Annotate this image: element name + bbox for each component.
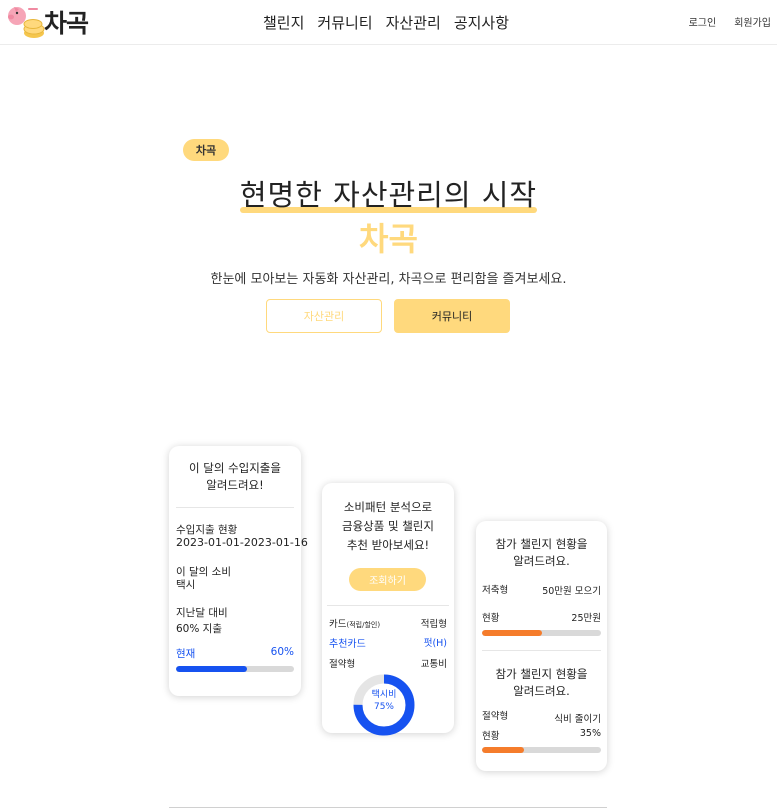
auth-links: 로그인 회원가입	[689, 14, 771, 29]
card1-divider	[176, 507, 294, 508]
card3a-title-line2: 알려드려요.	[513, 554, 570, 568]
challenge-b-progress	[482, 747, 601, 753]
hero-title: 현명한 자산관리의 시작	[0, 172, 777, 214]
card2-title-line3: 추천 받아보세요!	[346, 538, 430, 552]
challenge-a-fill	[482, 630, 542, 636]
nav-notice[interactable]: 공지사항	[454, 12, 509, 33]
card2-title-line1: 소비패턴 분석으로	[343, 500, 433, 514]
card3b-title-line1: 참가 챌린지 현황을	[495, 667, 588, 681]
hero-subtitle: 한눈에 모아보는 자동화 자산관리, 차곡으로 편리함을 즐겨보세요.	[210, 272, 567, 287]
hero-brand: 차곡	[359, 220, 418, 258]
card1-title-line1: 이 달의 수입지출을	[189, 461, 281, 475]
card3-title-a: 참가 챌린지 현황을 알려드려요.	[476, 536, 607, 570]
status-b-label: 현황	[482, 731, 500, 742]
compare-value: 60% 지출	[176, 623, 222, 635]
card-type-value: 적립형	[420, 619, 447, 630]
donut-value: 75%	[373, 702, 394, 712]
challenge-a-progress	[482, 630, 601, 636]
card1-title-line2: 알려드려요!	[206, 478, 264, 492]
logo-text: 차곡	[44, 9, 89, 38]
hero-title-text: 현명한 자산관리의 시작	[239, 178, 538, 212]
top-header: 차곡 챌린지 커뮤니티 자산관리 공지사항 로그인 회원가입	[0, 0, 777, 45]
community-button[interactable]: 커뮤니티	[394, 299, 510, 333]
recommendation-card: 소비패턴 분석으로 금융상품 및 챌린지 추천 받아보세요! 조회하기 카드(적…	[322, 483, 454, 736]
card-type-text: 카드	[329, 619, 347, 630]
donut-text: 택시비 75%	[352, 689, 416, 713]
frugal-goal-value: 식비 줄이기	[554, 714, 601, 725]
savings-type-label: 저축형	[482, 585, 509, 596]
recommended-card-label: 추천카드	[329, 639, 366, 650]
frugal-type-label: 절약형	[482, 711, 509, 722]
income-expense-card: 이 달의 수입지출을 알려드려요! 수입지출 현황 2023-01-01-202…	[169, 446, 308, 696]
spend-progress-bar	[176, 666, 294, 672]
card3a-title-line1: 참가 챌린지 현황을	[495, 537, 588, 551]
spend-progress-fill	[176, 666, 247, 672]
donut-label: 택시비	[371, 690, 397, 700]
saving-type-value: 교통비	[420, 659, 447, 670]
piggy-coins-icon	[4, 4, 46, 40]
compare-label: 지난달 대비	[176, 607, 228, 619]
card2-divider	[327, 605, 449, 606]
nav-challenge[interactable]: 챌린지	[263, 12, 304, 33]
hero-badge: 차곡	[183, 139, 229, 161]
card2-title-line2: 금융상품 및 챌린지	[342, 519, 434, 533]
recommended-card-value: 펏(H)	[423, 638, 447, 649]
bar-value: 60%	[270, 646, 294, 658]
spend-value: 택시	[176, 579, 196, 591]
card1-title: 이 달의 수입지출을 알려드려요!	[169, 460, 301, 494]
card-type-sub: (적립/할인)	[346, 621, 381, 629]
card3-divider	[482, 650, 601, 651]
login-link[interactable]: 로그인	[689, 14, 717, 29]
bar-label: 현재	[176, 648, 196, 660]
nav-asset[interactable]: 자산관리	[386, 12, 441, 33]
status-value: 2023-01-01-2023-01-16	[176, 536, 308, 549]
saving-type-label: 절약형	[329, 659, 356, 670]
savings-goal-value: 50만원 모으기	[542, 586, 601, 597]
taxi-donut-chart: 택시비 75%	[352, 673, 416, 737]
card-type-label: 카드(적립/할인)	[329, 616, 380, 630]
challenge-b-fill	[482, 747, 524, 753]
section-divider	[169, 807, 607, 808]
asset-button[interactable]: 자산관리	[266, 299, 382, 333]
card2-title: 소비패턴 분석으로 금융상품 및 챌린지 추천 받아보세요!	[322, 498, 454, 555]
lookup-button[interactable]: 조회하기	[349, 568, 426, 591]
main-nav: 챌린지 커뮤니티 자산관리 공지사항	[263, 12, 509, 33]
challenge-status-card: 참가 챌린지 현황을 알려드려요. 저축형 50만원 모으기 현황 25만원 참…	[476, 521, 607, 771]
card3b-title-line2: 알려드려요.	[513, 684, 570, 698]
status-label: 수입지출 현황	[176, 524, 238, 536]
signup-link[interactable]: 회원가입	[734, 14, 771, 29]
status-a-label: 현황	[482, 613, 500, 624]
status-b-value: 35%	[579, 728, 601, 739]
card3-title-b: 참가 챌린지 현황을 알려드려요.	[476, 666, 607, 700]
nav-community[interactable]: 커뮤니티	[317, 12, 372, 33]
status-a-value: 25만원	[571, 613, 601, 624]
logo[interactable]: 차곡	[4, 4, 89, 40]
